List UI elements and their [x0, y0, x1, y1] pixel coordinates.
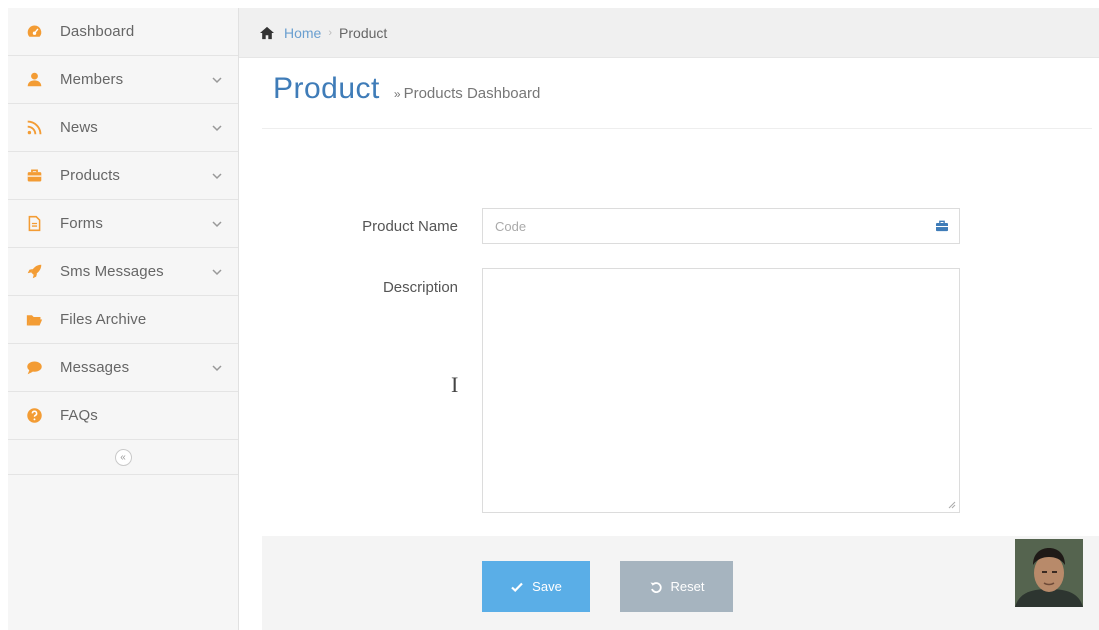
question-circle-icon	[24, 407, 44, 425]
description-label: Description	[382, 279, 458, 296]
chevron-down-icon	[212, 364, 222, 371]
comment-icon	[24, 359, 44, 377]
sidebar-item-sms-messages[interactable]: Sms Messages	[8, 248, 238, 296]
text-cursor: I	[451, 372, 459, 397]
undo-icon	[650, 581, 662, 593]
subtitle-marker: »	[393, 87, 401, 101]
chevron-down-icon	[212, 172, 222, 179]
sidebar-item-files-archive[interactable]: Files Archive	[8, 296, 238, 344]
sidebar-item-faqs[interactable]: FAQs	[8, 392, 238, 440]
breadcrumb-current: Product	[339, 24, 388, 41]
save-button-label: Save	[532, 579, 562, 594]
breadcrumb-separator: ›	[328, 26, 333, 39]
reset-button[interactable]: Reset	[620, 561, 733, 612]
chevron-down-icon	[212, 124, 222, 131]
home-icon	[259, 26, 275, 40]
chevron-down-icon	[212, 268, 222, 275]
page-subtitle: » Products Dashboard	[394, 85, 540, 102]
chevron-down-icon	[212, 76, 222, 83]
product-name-label: Product Name	[362, 218, 458, 235]
sidebar-item-label: Files Archive	[60, 311, 147, 328]
sidebar: Dashboard Members News Products Forms Sm…	[8, 8, 239, 630]
sidebar-item-dashboard[interactable]: Dashboard	[8, 8, 238, 56]
avatar	[1015, 539, 1083, 607]
dashboard-icon	[24, 23, 44, 41]
file-icon	[24, 215, 44, 233]
sidebar-item-members[interactable]: Members	[8, 56, 238, 104]
description-textarea[interactable]	[483, 269, 959, 512]
product-name-input[interactable]	[493, 217, 935, 235]
sidebar-item-label: FAQs	[60, 407, 98, 424]
briefcase-icon	[24, 167, 44, 185]
sidebar-item-label: Members	[60, 71, 124, 88]
header-divider	[262, 128, 1092, 129]
sidebar-item-news[interactable]: News	[8, 104, 238, 152]
save-button[interactable]: Save	[482, 561, 590, 612]
sidebar-item-label: Dashboard	[60, 23, 135, 40]
description-field	[482, 268, 960, 513]
sidebar-collapse-button[interactable]: «	[114, 448, 132, 466]
resize-handle-icon[interactable]	[948, 501, 956, 509]
page-header: Product » Products Dashboard	[273, 72, 540, 112]
product-name-field	[482, 208, 960, 244]
sidebar-item-label: Messages	[60, 359, 130, 376]
chevron-down-icon	[212, 220, 222, 227]
rocket-icon	[24, 263, 44, 281]
breadcrumb-home-link[interactable]: Home	[284, 25, 321, 41]
reset-button-label: Reset	[670, 579, 705, 594]
user-icon	[24, 71, 44, 89]
page-title: Product	[273, 72, 380, 105]
sidebar-item-label: Sms Messages	[60, 263, 164, 280]
sidebar-item-messages[interactable]: Messages	[8, 344, 238, 392]
breadcrumb: Home › Product	[239, 8, 1099, 58]
sidebar-item-label: Forms	[60, 215, 103, 232]
sidebar-item-label: News	[60, 119, 98, 136]
folder-open-icon	[24, 311, 44, 329]
check-icon	[511, 582, 523, 592]
rss-icon	[24, 119, 44, 137]
page-subtitle-text: Products Dashboard	[403, 85, 541, 102]
sidebar-item-forms[interactable]: Forms	[8, 200, 238, 248]
sidebar-item-products[interactable]: Products	[8, 152, 238, 200]
sidebar-item-label: Products	[60, 167, 120, 184]
sidebar-collapse-row: «	[8, 440, 238, 475]
briefcase-icon	[936, 220, 948, 232]
